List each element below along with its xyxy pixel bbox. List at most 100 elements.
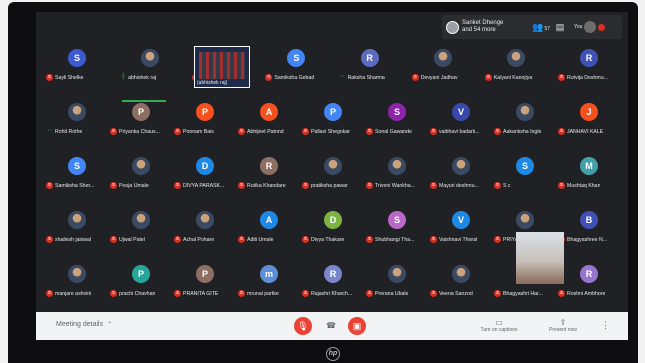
meeting-details-button[interactable]: Meeting details ⌃ <box>56 321 112 328</box>
participant-avatar: R <box>324 265 342 283</box>
participant-namebar: ⦸ Poonam Bais <box>174 127 236 136</box>
participant-tile[interactable]: ⦸ Pooja Umale <box>110 150 172 194</box>
participant-avatar <box>506 49 525 67</box>
participant-tile[interactable]: S ⦸ Samiksha Gebad <box>265 42 327 86</box>
participant-tile[interactable]: R ⦸ Rutvija Deshmu... <box>558 42 620 86</box>
participant-avatar: m <box>260 265 278 283</box>
chat-icon[interactable]: ▤ <box>552 19 568 35</box>
participant-tile[interactable]: R ⦸ Roshni Ambhore <box>558 258 620 302</box>
presence-line2: and 54 more <box>462 27 496 33</box>
participant-tile[interactable]: D ⦸ DIVYA PARASK... <box>174 150 236 194</box>
participant-namebar: ⦸ Rutika Khandare <box>238 181 300 190</box>
participant-namebar: ⦸ Samiksha Gebad <box>265 73 327 82</box>
participant-tile[interactable]: S ⦸ Shubhangi Tha... <box>366 204 428 248</box>
participant-tile[interactable]: ··· Rohit Rothe <box>46 96 108 140</box>
participant-namebar: ··· Rohit Rothe <box>46 127 108 136</box>
hang-up-button[interactable]: ☎ <box>322 317 340 335</box>
participant-name: DIVYA PARASK... <box>183 182 225 189</box>
participant-tile[interactable]: ⦸ Veena Sanzod <box>430 258 492 302</box>
participant-tile[interactable]: ⦸ Achal Pohare <box>174 204 236 248</box>
mic-muted-icon: ⦸ <box>430 236 437 243</box>
present-icon: ⇪ <box>559 318 567 327</box>
mic-muted-icon: ⦸ <box>430 128 437 135</box>
screenshare-tile[interactable]: (abhishek raj) <box>194 46 250 88</box>
participant-tile[interactable]: ⦸ manjare ashvini <box>46 258 108 302</box>
participant-name: Divya Thakare <box>311 236 345 243</box>
mic-muted-icon: ⦸ <box>174 290 181 297</box>
participant-avatar: S <box>388 103 406 121</box>
participant-avatar <box>452 157 470 175</box>
participant-tile[interactable]: m ⦸ mrunal partke <box>238 258 300 302</box>
participant-tile[interactable]: P ⦸ Priyanka Chaux... <box>110 96 172 140</box>
participant-avatar <box>388 157 406 175</box>
audio-level-icon: ·|· <box>120 73 125 80</box>
captions-button[interactable]: ▭ Turn on captions <box>474 318 524 333</box>
participant-avatar: R <box>580 265 598 283</box>
participant-tile[interactable]: S ⦸ Sonal Gawande <box>366 96 428 140</box>
participant-tile[interactable]: M ⦸ Mushtaq Khan <box>558 150 620 194</box>
mic-muted-icon: ⦸ <box>302 236 309 243</box>
participant-name: shailesh jaiswal <box>55 236 92 243</box>
present-now-button[interactable]: ⇪ Present now <box>538 318 588 333</box>
participant-tile[interactable]: ⦸ Devyani Jadhav <box>411 42 474 86</box>
participant-namebar: ⦸ JANHAVI KALE <box>558 127 620 136</box>
participant-namebar: ⦸ Rajashri Kharch... <box>302 289 364 298</box>
participant-tile[interactable]: A ⦸ Abhijeet Patond <box>238 96 300 140</box>
presence-text[interactable]: Sanket Dhenge and 54 more <box>462 20 524 34</box>
participant-tile[interactable]: ⦸ Aakanksha Ingle <box>494 96 556 140</box>
participant-tile[interactable]: S ⦸ Sayli Shelke <box>46 42 108 86</box>
participant-tile[interactable]: D ⦸ Divya Thakare <box>302 204 364 248</box>
participant-namebar: ⦸ Aakanksha Ingle <box>494 127 556 136</box>
participant-avatar: S <box>516 157 534 175</box>
camera-toggle-button[interactable]: ▣ <box>348 317 366 335</box>
participant-avatar <box>68 211 86 229</box>
participant-tile[interactable]: ⦸ Prerana Ubale <box>366 258 428 302</box>
presence-avatar <box>446 20 459 34</box>
participant-avatar: A <box>260 103 278 121</box>
more-options-icon[interactable]: ⋮ <box>601 320 610 331</box>
participant-tile[interactable]: S ⦸ S c <box>494 150 556 194</box>
camera-off-icon: ▣ <box>352 321 362 331</box>
mic-muted-icon: ⦸ <box>494 128 501 135</box>
participant-tile[interactable]: B ⦸Bhagyashree N... <box>558 204 620 248</box>
participant-namebar: ⦸ shailesh jaiswal <box>46 235 108 244</box>
participant-tile[interactable]: ⦸ Triveni Wankha... <box>366 150 428 194</box>
self-mic-off-icon <box>598 23 606 31</box>
participant-avatar: P <box>132 265 150 283</box>
participant-tile[interactable]: ⦸ Kalyani Kanojiya <box>484 42 547 86</box>
people-icon[interactable]: 👥 57 <box>530 19 550 35</box>
participant-avatar <box>132 157 150 175</box>
participant-tile[interactable]: R ⦸ Rutika Khandare <box>238 150 300 194</box>
participant-tile[interactable]: P ⦸ Pallavi Shegokar <box>302 96 364 140</box>
audio-level-icon: ··· <box>47 127 53 134</box>
participant-namebar: ·|· abhishek raj <box>119 73 181 82</box>
participant-tile[interactable]: ⦸ shailesh jaiswal <box>46 204 108 248</box>
participant-tile[interactable]: R ⦸ Rajashri Kharch... <box>302 258 364 302</box>
mic-muted-icon: ⦸ <box>558 290 565 297</box>
mic-muted-icon: ⦸ <box>238 128 245 135</box>
participant-name: PRANITA GITE <box>183 290 219 297</box>
participant-avatar: R <box>260 157 278 175</box>
participant-tile[interactable]: J ⦸ JANHAVI KALE <box>558 96 620 140</box>
participant-tile[interactable]: P ⦸ Poonam Bais <box>174 96 236 140</box>
participant-tile[interactable]: R ··· Raksha Sharma <box>339 42 401 86</box>
mic-muted-icon: ⦸ <box>238 290 245 297</box>
participant-tile[interactable]: ⦸ Mayuri deshmu... <box>430 150 492 194</box>
self-view[interactable]: You <box>574 21 606 33</box>
participant-tile[interactable]: S ⦸ Samiksha Sher... <box>46 150 108 194</box>
participant-tile[interactable]: ·|· abhishek raj <box>119 42 181 86</box>
live-video-tile[interactable] <box>516 232 564 284</box>
participant-name: Sayli Shelke <box>55 74 84 81</box>
participant-tile[interactable]: ⦸ Ujwal Patel <box>110 204 172 248</box>
mic-muted-icon: ⦸ <box>366 182 373 189</box>
participant-tile[interactable]: P ⦸ prachi Chavhan <box>110 258 172 302</box>
participant-tile[interactable]: V ⦸ vaibhavi badark... <box>430 96 492 140</box>
participant-namebar: ⦸ Rutvija Deshmu... <box>558 73 620 82</box>
mic-toggle-button[interactable]: 🎙 <box>294 317 312 335</box>
participant-tile[interactable]: V ⦸ Vaishnavi Thorat <box>430 204 492 248</box>
participant-name: Aakanksha Ingle <box>503 128 542 135</box>
participant-tile[interactable]: P ⦸ PRANITA GITE <box>174 258 236 302</box>
participant-tile[interactable]: ⦸ pratiksha pawar <box>302 150 364 194</box>
participant-name: mrunal partke <box>247 290 279 297</box>
participant-tile[interactable]: A ⦸ Aditi Umale <box>238 204 300 248</box>
